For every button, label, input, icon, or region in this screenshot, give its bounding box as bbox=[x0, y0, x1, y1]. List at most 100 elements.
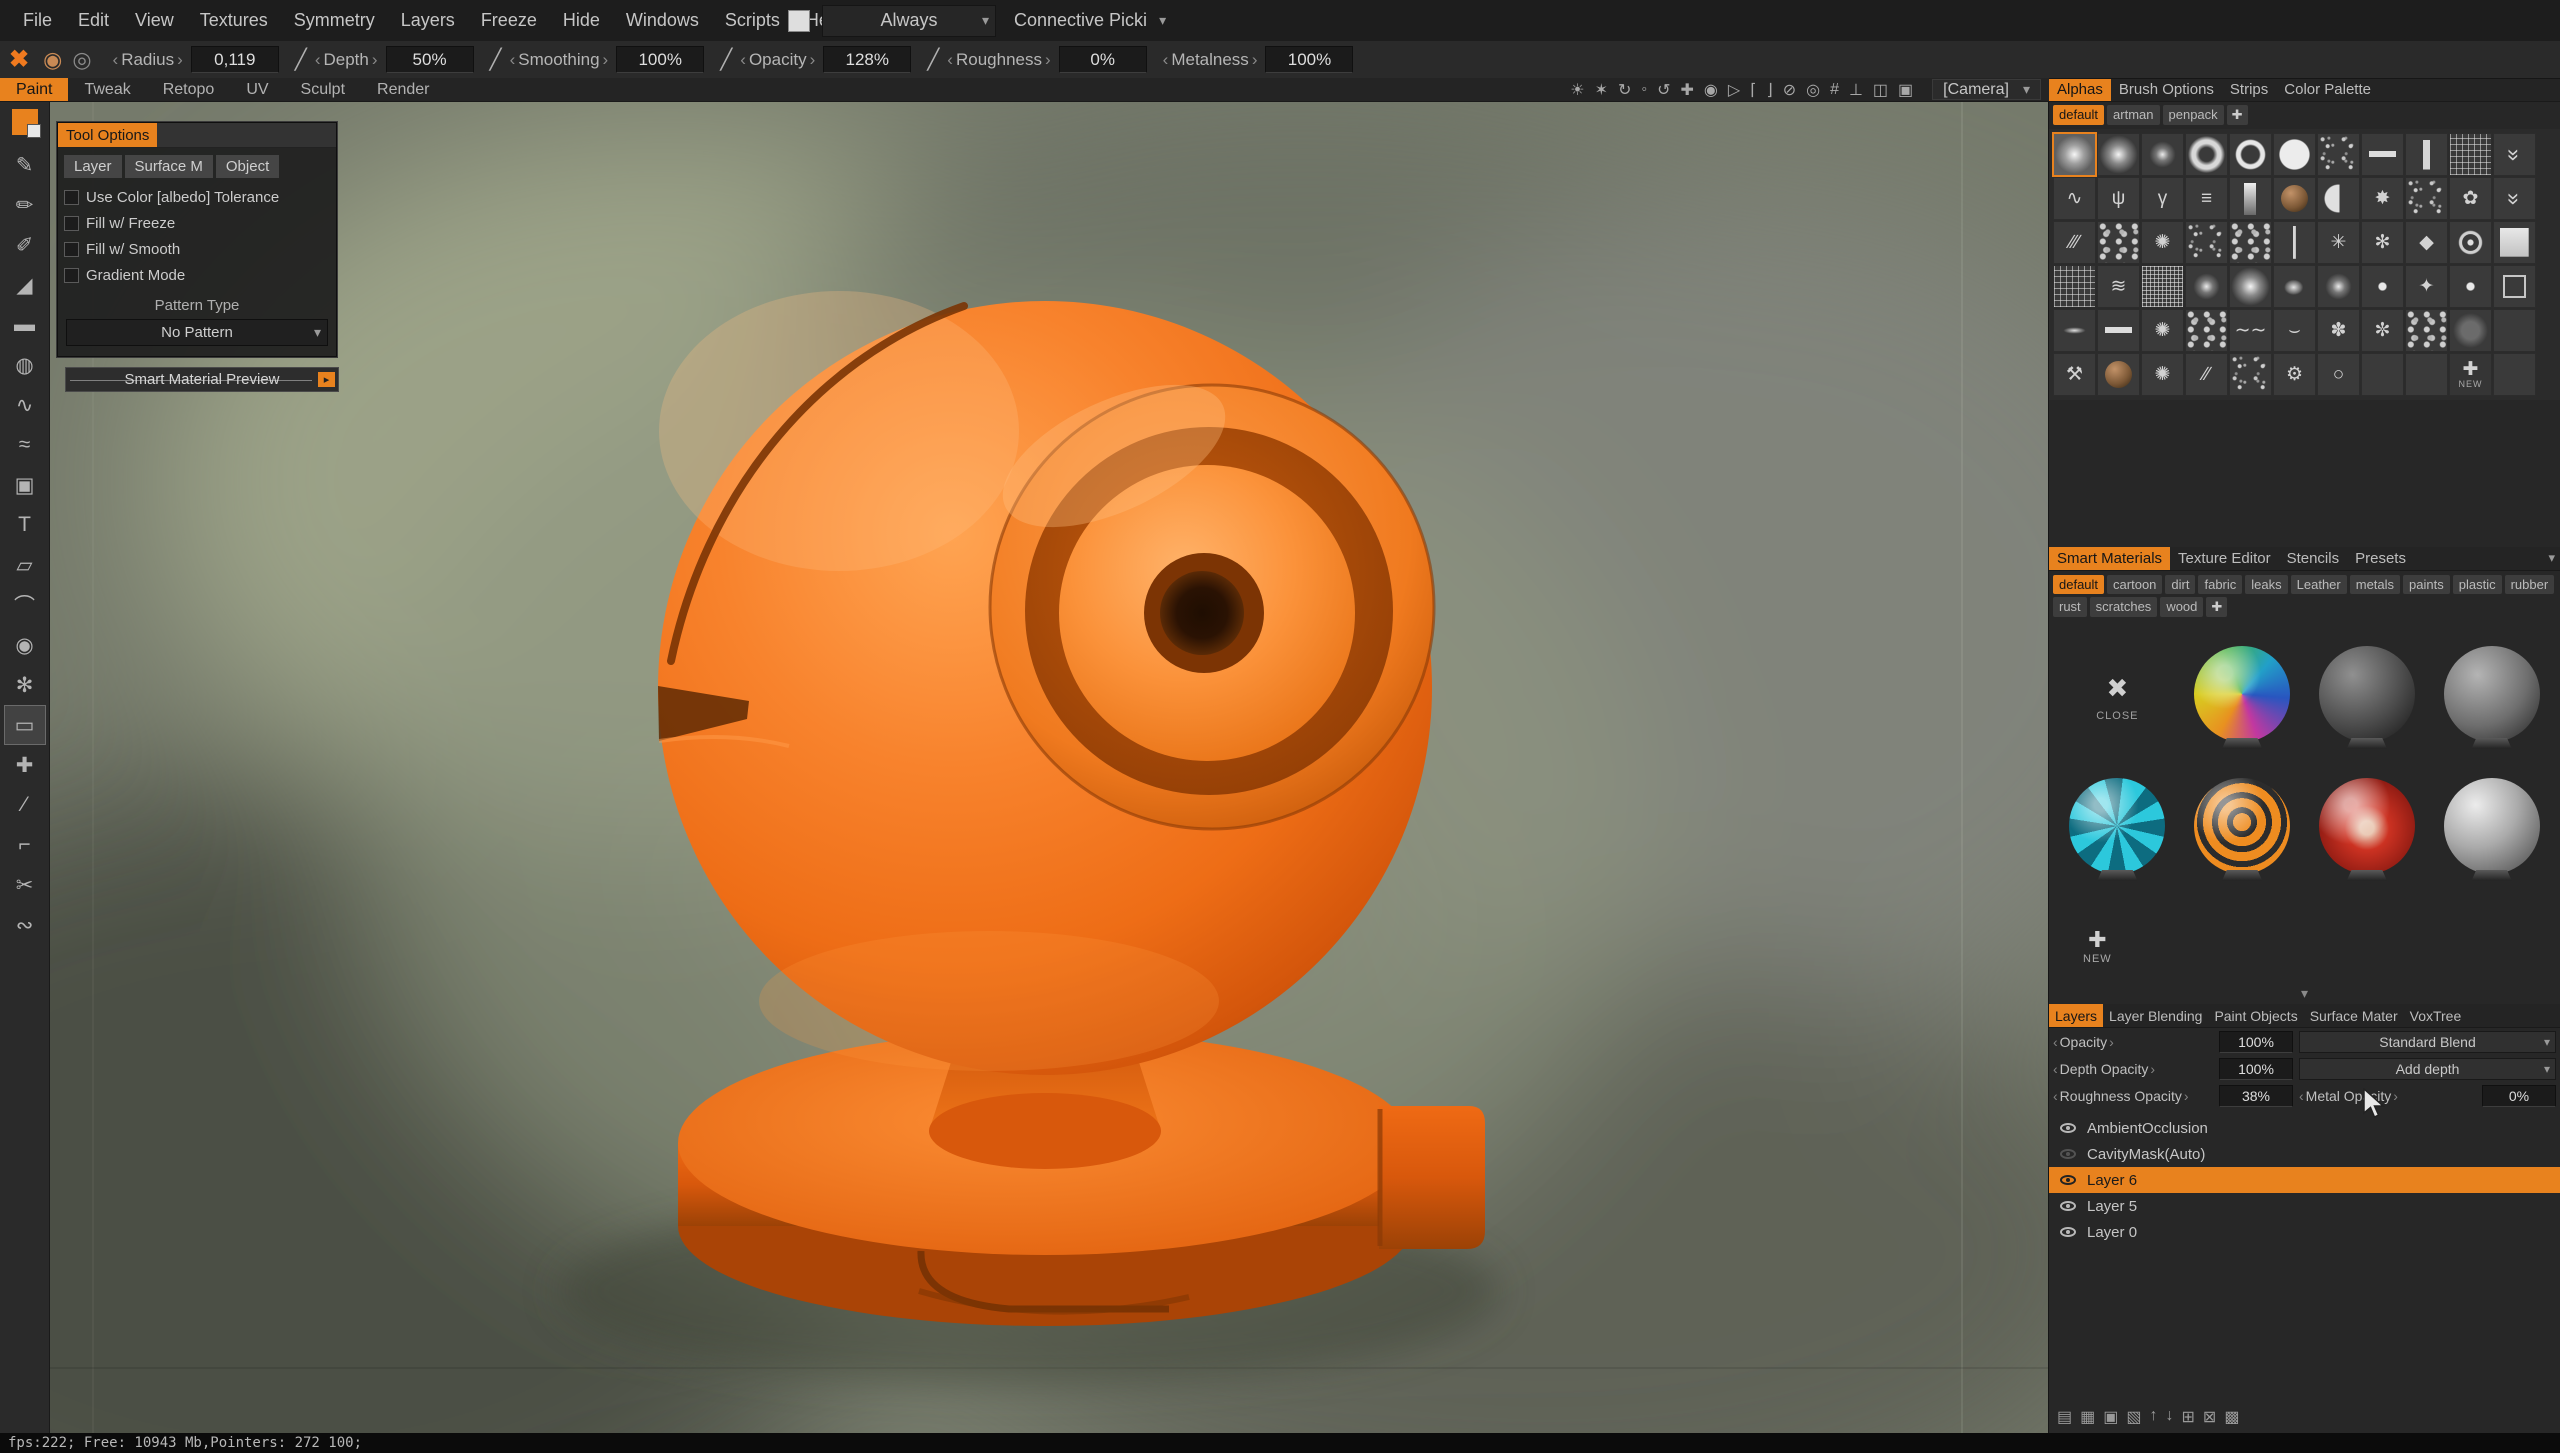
material-category-chip[interactable]: rust bbox=[2053, 597, 2087, 617]
menu-item[interactable]: Textures bbox=[187, 10, 281, 31]
knife-tool[interactable]: ∕ bbox=[4, 785, 46, 825]
scissors-tool[interactable]: ✂ bbox=[4, 865, 46, 905]
alpha-thumb[interactable] bbox=[2493, 309, 2536, 352]
fan-alpha[interactable]: ≡ bbox=[2185, 177, 2228, 220]
alpha-thumb[interactable] bbox=[2273, 133, 2316, 176]
alpha-thumb[interactable] bbox=[2361, 133, 2404, 176]
alpha-thumb[interactable] bbox=[2493, 353, 2536, 396]
diamond-alpha[interactable]: ◆ bbox=[2405, 221, 2448, 264]
alpha-thumb[interactable] bbox=[2317, 177, 2360, 220]
smudge-tool[interactable]: ∿ bbox=[4, 385, 46, 425]
material-category-chip[interactable]: scratches bbox=[2089, 597, 2158, 617]
alpha-thumb[interactable] bbox=[2229, 353, 2272, 396]
pin-icon[interactable]: ▸ bbox=[318, 372, 335, 387]
folder-layer-icon[interactable]: ▧ bbox=[2126, 1407, 2141, 1427]
alpha-thumb[interactable] bbox=[2229, 177, 2272, 220]
alpha-thumb[interactable] bbox=[2361, 353, 2404, 396]
alpha-thumb[interactable] bbox=[2317, 133, 2360, 176]
alpha-thumb[interactable] bbox=[2361, 265, 2404, 308]
rotate-cw-icon[interactable]: ↻ bbox=[1613, 80, 1636, 100]
panel-tab[interactable]: Presets bbox=[2347, 547, 2414, 570]
preview-tool[interactable]: ◉ bbox=[4, 625, 46, 665]
alpha-thumb[interactable] bbox=[2405, 353, 2448, 396]
menu-item[interactable]: Windows bbox=[613, 10, 712, 31]
viewport-canvas[interactable]: Tool Options Layer Surface M Object Use Co… bbox=[49, 101, 2049, 1433]
checkbox[interactable] bbox=[64, 268, 79, 283]
export-layer-icon[interactable]: ⊠ bbox=[2203, 1407, 2216, 1427]
flatten-layers-icon[interactable]: ⊞ bbox=[2182, 1407, 2195, 1427]
layer-row[interactable]: Layer 0 bbox=[2049, 1219, 2560, 1245]
fill-tool[interactable]: ◍ bbox=[4, 345, 46, 385]
roughness-opacity-value[interactable]: 38% bbox=[2219, 1084, 2293, 1107]
alpha-thumb[interactable] bbox=[2229, 133, 2272, 176]
checkbox[interactable] bbox=[64, 190, 79, 205]
pen-pressure-icon[interactable]: ╱ bbox=[295, 47, 307, 72]
panel-tab[interactable]: Surface Mater bbox=[2304, 1004, 2404, 1027]
curve-tool[interactable]: ⌒ bbox=[4, 585, 46, 625]
text-tool[interactable]: T bbox=[4, 505, 46, 545]
corner-br-icon[interactable]: ⌋ bbox=[1761, 80, 1777, 100]
workspace-tab[interactable]: Retopo bbox=[147, 78, 231, 101]
plane-tool[interactable]: ▱ bbox=[4, 545, 46, 585]
tool-options-tab[interactable]: Object bbox=[215, 155, 280, 178]
material-category-chip[interactable]: fabric bbox=[2198, 575, 2243, 594]
panel-tab[interactable]: VoxTree bbox=[2404, 1004, 2468, 1027]
workspace-tab[interactable]: Sculpt bbox=[285, 78, 361, 101]
tool-options-tab[interactable]: Surface M bbox=[124, 155, 213, 178]
menu-item[interactable]: Freeze bbox=[468, 10, 550, 31]
workspace-tab[interactable]: Paint bbox=[0, 78, 69, 101]
alpha-thumb[interactable] bbox=[2185, 133, 2228, 176]
workspace-tab[interactable]: Render bbox=[361, 78, 445, 101]
alpha-thumb[interactable] bbox=[2053, 133, 2096, 176]
layer-row[interactable]: Layer 6 bbox=[2049, 1167, 2560, 1193]
panel-tab[interactable]: Color Palette bbox=[2276, 78, 2379, 101]
brush-tool[interactable]: ✎ bbox=[4, 145, 46, 185]
brush-tip-soft-icon[interactable]: ◎ bbox=[67, 47, 96, 73]
spiral-tool[interactable]: ∾ bbox=[4, 905, 46, 945]
material-thumb[interactable] bbox=[2182, 765, 2303, 893]
alpha-thumb[interactable] bbox=[2493, 265, 2536, 308]
leafpair-alpha[interactable]: ✽ bbox=[2317, 309, 2360, 352]
depth-blend-dropdown[interactable]: Add depth ▾ bbox=[2299, 1057, 2556, 1080]
alpha-thumb[interactable] bbox=[2097, 353, 2140, 396]
alpha-thumb[interactable] bbox=[2097, 133, 2140, 176]
blur-tool[interactable]: ≈ bbox=[4, 425, 46, 465]
param-value[interactable]: 50% bbox=[385, 46, 474, 73]
material-category-chip[interactable]: paints bbox=[2403, 575, 2450, 594]
material-category-chip[interactable]: dirt bbox=[2165, 575, 2196, 594]
alpha-thumb[interactable] bbox=[2273, 221, 2316, 264]
checkbox[interactable] bbox=[64, 242, 79, 257]
depth-opacity-value[interactable]: 100% bbox=[2219, 1057, 2293, 1080]
alpha-group-chip[interactable]: penpack bbox=[2162, 105, 2224, 125]
alpha-thumb[interactable] bbox=[2405, 177, 2448, 220]
alpha-thumb[interactable] bbox=[2449, 133, 2492, 176]
color-swatch[interactable] bbox=[11, 109, 41, 138]
menu-item[interactable]: File bbox=[10, 10, 65, 31]
workspace-tab[interactable]: Tweak bbox=[68, 78, 146, 101]
swoosh-alpha[interactable]: ⌣ bbox=[2273, 309, 2316, 352]
material-category-chip[interactable]: wood bbox=[2160, 597, 2204, 617]
alpha-thumb[interactable] bbox=[2053, 265, 2096, 308]
picker-tool[interactable]: ✚ bbox=[4, 745, 46, 785]
alpha-group-chip[interactable]: default bbox=[2053, 105, 2105, 125]
twig-alpha[interactable]: γ bbox=[2141, 177, 2184, 220]
alpha-thumb[interactable] bbox=[2053, 309, 2096, 352]
fur-alpha[interactable]: ∕∕∕ bbox=[2053, 221, 2096, 264]
param-value[interactable]: 100% bbox=[1265, 46, 1354, 73]
material-category-chip[interactable]: metals bbox=[2349, 575, 2401, 594]
param-value[interactable]: 128% bbox=[823, 46, 912, 73]
alpha-thumb[interactable] bbox=[2273, 265, 2316, 308]
alpha-thumb[interactable] bbox=[2141, 133, 2184, 176]
eraser-tool[interactable]: ▭ bbox=[3, 705, 46, 745]
alpha-thumb[interactable] bbox=[2405, 133, 2448, 176]
alpha-group-chip[interactable]: artman bbox=[2107, 105, 2160, 125]
checkbox-row[interactable]: Fill w/ Smooth bbox=[64, 237, 330, 262]
drop-icon[interactable]: ◦ bbox=[1636, 81, 1652, 99]
menu-item[interactable]: Layers bbox=[388, 10, 468, 31]
layer-row[interactable]: AmbientOcclusion bbox=[2049, 1115, 2560, 1141]
material-thumb[interactable] bbox=[2307, 765, 2428, 893]
panel-tab[interactable]: Smart Materials bbox=[2049, 547, 2171, 570]
checkbox-row[interactable]: Gradient Mode bbox=[64, 263, 330, 288]
connective-picker-dropdown[interactable]: Connective Picki ▾ bbox=[1008, 10, 1172, 31]
pencil-tool[interactable]: ✏ bbox=[4, 185, 46, 225]
